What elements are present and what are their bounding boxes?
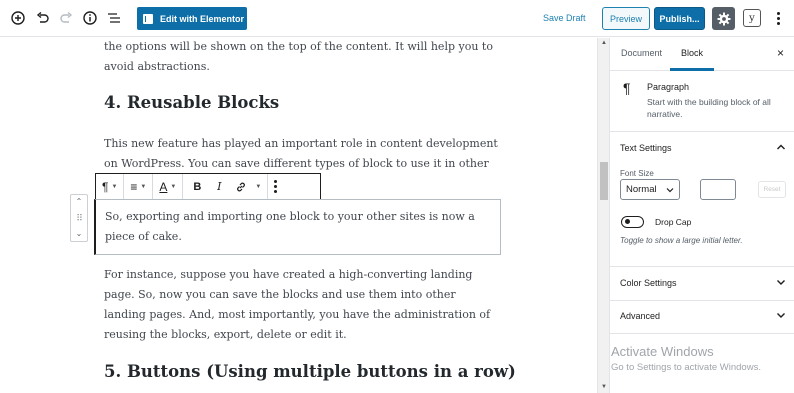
reset-font-size-button[interactable]: Reset — [758, 181, 786, 198]
drop-cap-label: Drop Cap — [655, 217, 692, 227]
drop-cap-toggle[interactable] — [621, 216, 644, 228]
elementor-button-label: Edit with Elementor — [160, 13, 245, 24]
paragraph-icon: ¶ — [623, 80, 631, 96]
color-settings-panel-toggle[interactable]: Color Settings — [610, 267, 794, 300]
link-icon — [237, 182, 246, 191]
settings-sidebar: Document Block × ¶ Paragraph Start with … — [609, 38, 794, 393]
block-more-options[interactable] — [268, 174, 283, 199]
custom-font-size-input[interactable] — [700, 179, 736, 200]
paragraph-block[interactable]: the options will be shown on the top of … — [104, 38, 499, 77]
activate-windows-title: Activate Windows — [611, 344, 714, 359]
align-left-icon: ≡ — [130, 179, 138, 194]
panel-title: Advanced — [620, 311, 661, 321]
activate-windows-subtitle: Go to Settings to activate Windows. — [611, 362, 761, 373]
bold-button[interactable]: B — [189, 181, 205, 193]
scroll-thumb[interactable] — [600, 162, 608, 200]
paragraph-icon: ¶ — [102, 179, 109, 194]
block-card: ¶ Paragraph Start with the building bloc… — [610, 71, 794, 132]
text-color-icon: A — [159, 179, 168, 194]
preview-button[interactable]: Preview — [602, 7, 650, 30]
block-mover: ⌃ ⠿ ⌄ — [70, 194, 88, 242]
chevron-down-icon — [777, 313, 785, 318]
heading-block[interactable]: 4. Reusable Blocks — [104, 93, 279, 112]
settings-toggle-button[interactable] — [712, 7, 735, 30]
heading-block[interactable]: 5. Buttons (Using multiple buttons in a … — [104, 362, 516, 381]
link-button[interactable] — [233, 181, 249, 193]
block-card-description: Start with the building block of all nar… — [647, 97, 771, 119]
chevron-down-icon — [666, 188, 674, 193]
undo-icon[interactable] — [33, 9, 51, 27]
editor-header: Edit with Elementor Save Draft Preview P… — [0, 0, 794, 37]
more-options-icon[interactable] — [771, 9, 785, 27]
gear-icon — [717, 12, 730, 25]
block-toolbar: ¶ ▼ ≡ ▼ A ▼ B I ▼ — [95, 173, 321, 200]
info-icon[interactable] — [81, 9, 99, 27]
content-scrollbar[interactable]: ▲ ▼ — [597, 38, 609, 393]
advanced-panel-toggle[interactable]: Advanced — [610, 300, 794, 333]
selected-paragraph-block[interactable]: So, exporting and importing one block to… — [94, 199, 501, 255]
drag-handle-icon[interactable]: ⠿ — [76, 213, 83, 223]
italic-button[interactable]: I — [211, 180, 227, 193]
caret-down-icon: ▼ — [111, 183, 118, 190]
move-up-icon[interactable]: ⌃ — [76, 197, 83, 207]
font-size-label: Font Size — [620, 169, 654, 178]
more-formats-caret-icon[interactable]: ▼ — [255, 184, 261, 190]
panel-title: Color Settings — [620, 278, 677, 288]
edit-with-elementor-button[interactable]: Edit with Elementor — [137, 7, 247, 30]
save-draft-button[interactable]: Save Draft — [543, 13, 586, 23]
tab-block[interactable]: Block — [681, 48, 703, 58]
block-navigation-icon[interactable] — [105, 9, 123, 27]
align-dropdown[interactable]: ≡ ▼ — [124, 174, 154, 199]
yoast-icon: y — [749, 12, 755, 24]
chevron-up-icon — [777, 144, 785, 150]
elementor-icon — [143, 13, 153, 24]
selected-paragraph-text[interactable]: So, exporting and importing one block to… — [105, 207, 495, 247]
block-type-switcher[interactable]: ¶ ▼ — [96, 174, 125, 199]
format-group: B I ▼ — [183, 174, 269, 199]
caret-down-icon: ▼ — [170, 183, 177, 190]
yoast-seo-button[interactable]: y — [743, 9, 761, 27]
sidebar-tabs: Document Block × — [610, 38, 794, 71]
scroll-down-icon[interactable]: ▼ — [600, 384, 608, 390]
font-size-value: Normal — [626, 184, 657, 195]
move-down-icon[interactable]: ⌄ — [76, 229, 83, 239]
divider — [610, 333, 794, 334]
scroll-up-icon[interactable]: ▲ — [600, 40, 608, 46]
drop-cap-help: Toggle to show a large initial letter. — [620, 236, 743, 245]
chevron-down-icon — [777, 280, 785, 285]
paragraph-block[interactable]: For instance, suppose you have created a… — [104, 265, 499, 345]
close-icon[interactable]: × — [777, 46, 784, 60]
add-block-icon[interactable] — [9, 9, 27, 27]
publish-button[interactable]: Publish... — [654, 7, 705, 30]
text-settings-panel-toggle[interactable]: Text Settings — [610, 132, 794, 165]
tab-document[interactable]: Document — [621, 48, 662, 58]
panel-title: Text Settings — [620, 143, 672, 153]
block-card-title: Paragraph — [647, 82, 690, 92]
caret-down-icon: ▼ — [140, 183, 147, 190]
font-size-select[interactable]: Normal — [620, 179, 680, 200]
redo-icon[interactable] — [57, 9, 75, 27]
more-vertical-icon — [274, 180, 278, 193]
text-color-dropdown[interactable]: A ▼ — [153, 174, 184, 199]
editor-canvas: the options will be shown on the top of … — [0, 38, 597, 393]
